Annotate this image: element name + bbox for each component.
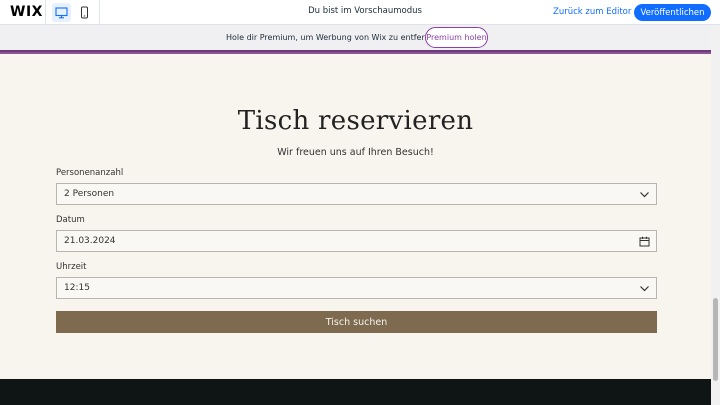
date-value: 21.03.2024 bbox=[64, 236, 116, 246]
preview-mode-label: Du bist im Vorschaumodus bbox=[308, 6, 422, 16]
divider bbox=[45, 0, 46, 25]
back-to-editor-link[interactable]: Zurück zum Editor bbox=[553, 7, 631, 17]
reservation-section: Tisch reservieren Wir freuen uns auf Ihr… bbox=[0, 54, 711, 379]
footer-section bbox=[0, 379, 711, 405]
premium-banner: Hole dir Premium, um Werbung von Wix zu … bbox=[0, 25, 720, 51]
date-label: Datum bbox=[56, 215, 85, 225]
find-table-button[interactable]: Tisch suchen bbox=[56, 311, 657, 333]
time-label: Uhrzeit bbox=[56, 262, 87, 272]
desktop-view-button[interactable] bbox=[52, 3, 71, 22]
divider bbox=[99, 0, 100, 25]
publish-button[interactable]: Veröffentlichen bbox=[634, 4, 711, 21]
scrollbar-thumb[interactable] bbox=[713, 298, 718, 381]
time-value: 12:15 bbox=[64, 283, 90, 293]
desktop-icon bbox=[55, 6, 68, 18]
time-select[interactable]: 12:15 bbox=[56, 277, 657, 299]
get-premium-button[interactable]: Premium holen bbox=[425, 27, 488, 48]
wix-logo: WIX bbox=[10, 4, 43, 20]
party-size-select[interactable]: 2 Personen bbox=[56, 183, 657, 205]
page-subtitle: Wir freuen uns auf Ihren Besuch! bbox=[277, 147, 434, 158]
chevron-down-icon bbox=[640, 192, 649, 198]
party-size-value: 2 Personen bbox=[64, 189, 115, 199]
mobile-view-button[interactable] bbox=[75, 3, 94, 22]
page-scrollbar[interactable] bbox=[711, 25, 720, 405]
party-size-label: Personenanzahl bbox=[56, 168, 124, 178]
chevron-down-icon bbox=[640, 286, 649, 292]
premium-banner-text: Hole dir Premium, um Werbung von Wix zu … bbox=[226, 33, 443, 42]
calendar-icon[interactable] bbox=[639, 236, 650, 247]
editor-top-bar: WIX Du bist im Vorschaumodus Zurück zum … bbox=[0, 0, 720, 25]
mobile-icon bbox=[81, 6, 88, 19]
page-title: Tisch reservieren bbox=[237, 106, 474, 136]
date-input[interactable]: 21.03.2024 bbox=[56, 230, 657, 252]
